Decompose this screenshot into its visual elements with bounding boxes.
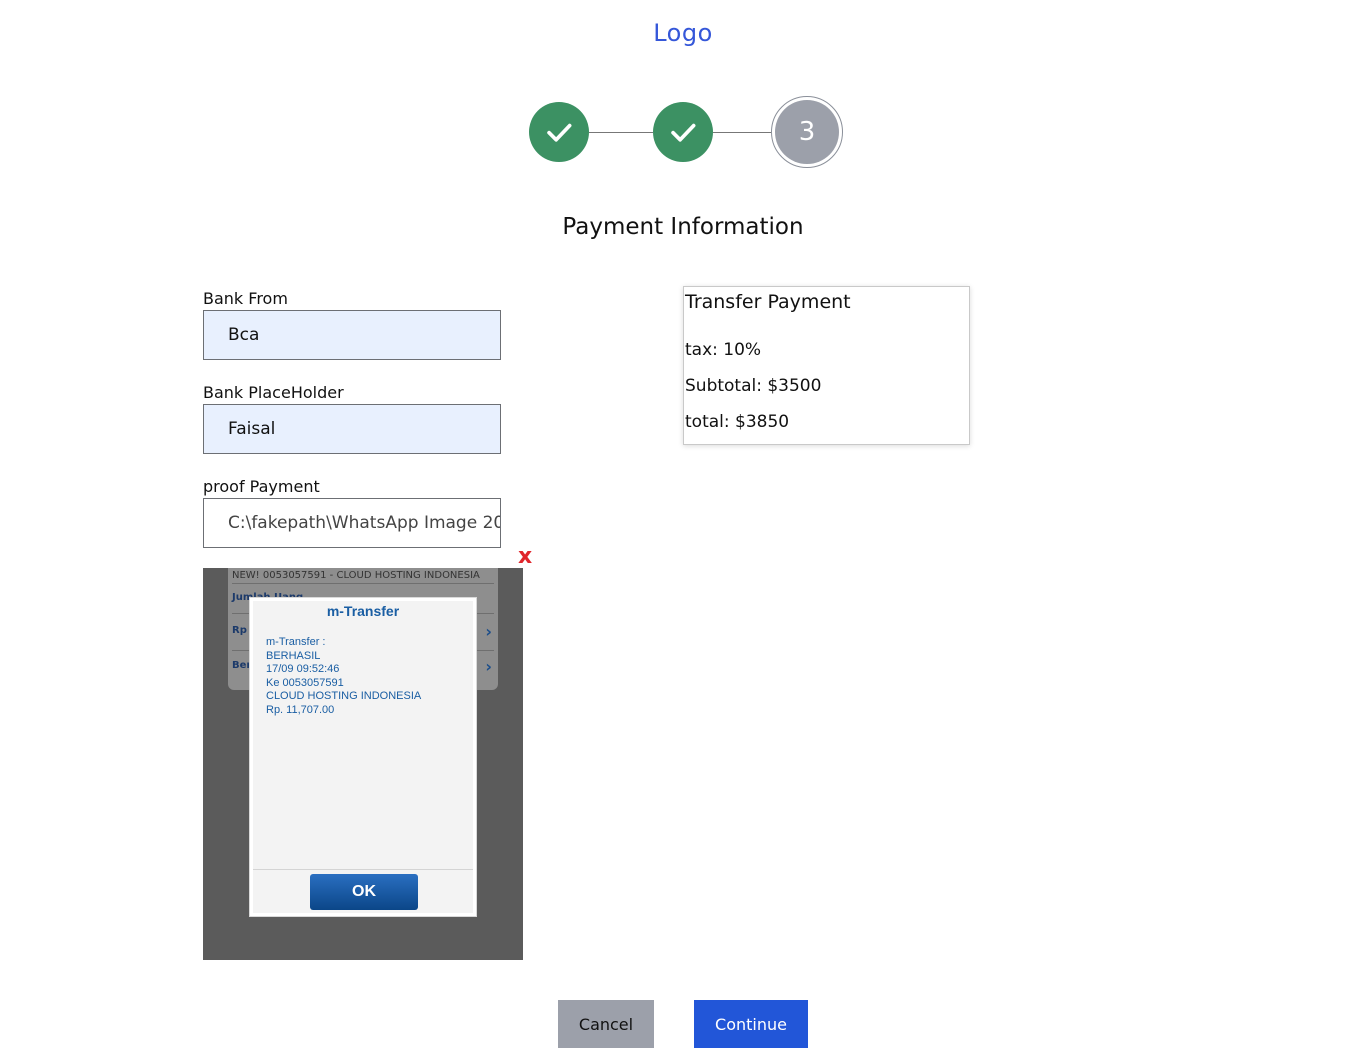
summary-title: Transfer Payment <box>685 291 851 313</box>
dialog-line: Rp. 11,707.00 <box>266 704 335 716</box>
progress-stepper: 3 <box>529 96 849 168</box>
check-icon <box>671 123 696 142</box>
dialog-body: m-Transfer m-Transfer : BERHASIL 17/09 0… <box>253 601 473 913</box>
bank-from-input[interactable] <box>203 310 501 360</box>
page-title: Payment Information <box>562 214 804 240</box>
dialog-line: BERHASIL <box>266 650 321 662</box>
transfer-success-dialog: m-Transfer m-Transfer : BERHASIL 17/09 0… <box>249 597 477 917</box>
bank-placeholder-input[interactable] <box>203 404 501 454</box>
check-icon <box>547 123 572 142</box>
chevron-right-icon: › <box>485 657 492 676</box>
bank-placeholder-label: Bank PlaceHolder <box>203 383 344 402</box>
dialog-line: Ke 0053057591 <box>266 677 344 689</box>
payment-summary-card: Transfer Payment tax: 10% Subtotal: $350… <box>683 286 970 445</box>
file-path-text: C:\fakepath\WhatsApp Image 2021 <box>228 513 501 533</box>
continue-button[interactable]: Continue <box>694 1000 808 1048</box>
chevron-right-icon: › <box>485 622 492 641</box>
dialog-line: m-Transfer : <box>266 636 326 648</box>
summary-subtotal: Subtotal: $3500 <box>685 376 822 396</box>
background-divider <box>232 583 494 584</box>
step-1-completed <box>529 102 589 162</box>
step-3-current: 3 <box>771 96 843 168</box>
cancel-button[interactable]: Cancel <box>558 1000 654 1048</box>
bank-from-label: Bank From <box>203 289 288 308</box>
dialog-line: CLOUD HOSTING INDONESIA <box>266 690 422 702</box>
background-row-text: NEW! 0053057591 - CLOUD HOSTING INDONESI… <box>232 570 480 581</box>
summary-tax: tax: 10% <box>685 340 762 360</box>
summary-total: total: $3850 <box>685 412 790 432</box>
step-connector <box>713 132 771 133</box>
step-number: 3 <box>775 100 839 164</box>
dialog-title: m-Transfer <box>326 603 400 619</box>
step-2-completed <box>653 102 713 162</box>
proof-payment-file-input[interactable]: C:\fakepath\WhatsApp Image 2021 <box>203 498 501 548</box>
dialog-divider <box>253 869 473 870</box>
dialog-line: 17/09 09:52:46 <box>266 663 340 675</box>
background-row-text: Rp <box>232 625 247 636</box>
remove-image-button[interactable]: x <box>518 544 532 569</box>
dialog-ok-button: OK <box>310 874 418 910</box>
proof-payment-label: proof Payment <box>203 477 320 496</box>
proof-payment-preview-image: NEW! 0053057591 - CLOUD HOSTING INDONESI… <box>203 568 523 960</box>
step-connector <box>589 132 653 133</box>
logo[interactable]: Logo <box>0 19 1351 47</box>
